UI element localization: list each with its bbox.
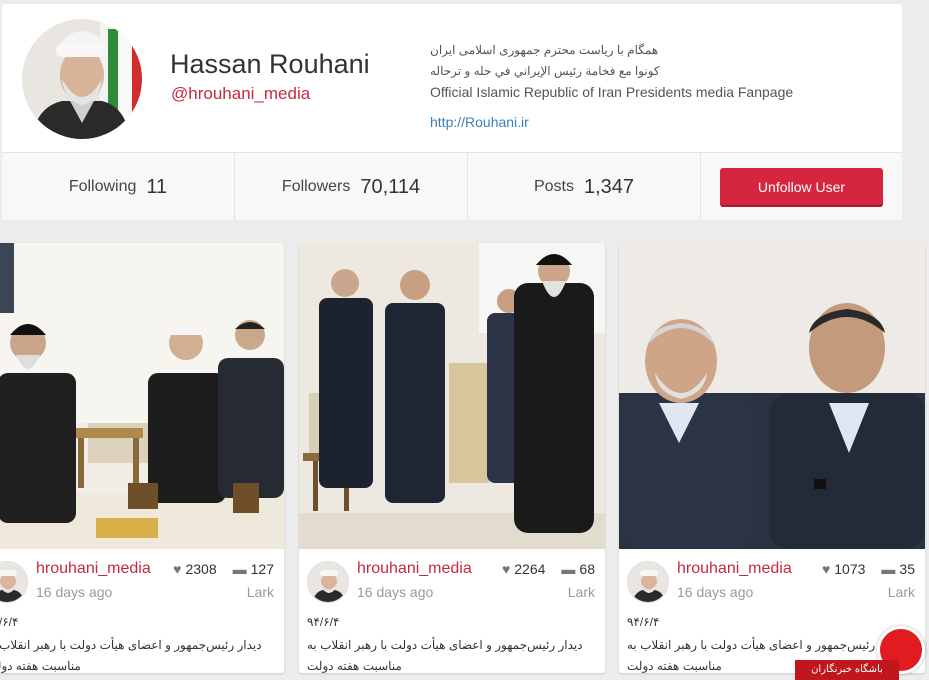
- post-username[interactable]: hrouhani_media: [36, 560, 151, 578]
- followers-count: 70,114: [360, 175, 421, 198]
- post-meta: hrouhani_media 16 days ago ♥ 2264 ▬ 68 L…: [299, 549, 605, 673]
- like-count: 1073: [834, 561, 866, 577]
- watermark-text: باشگاه خبرنگاران: [795, 660, 899, 680]
- post-card[interactable]: hrouhani_media 16 days ago ♥ 2264 ▬ 68 L…: [299, 243, 605, 673]
- bio-line-english: Official Islamic Republic of Iran Presid…: [430, 84, 794, 100]
- bio-line-arabic: كونوا مع فخامة رئيس الإيراني في حله و تر…: [430, 64, 660, 78]
- following-label: Following: [68, 178, 137, 195]
- post-card[interactable]: hrouhani_media 16 days ago ♥ 1073 ▬ 35 L…: [619, 243, 925, 673]
- comment-icon[interactable]: ▬: [233, 561, 247, 577]
- followers-label: Followers: [281, 178, 351, 195]
- profile-website-link[interactable]: http://Rouhani.ir: [430, 114, 529, 130]
- post-source: Lark: [887, 584, 915, 600]
- comment-count: 127: [250, 561, 274, 577]
- like-count: 2264: [514, 561, 546, 577]
- unfollow-wrapper: Unfollow User: [701, 153, 902, 220]
- post-caption: دیدار رئیس‌جمهور و اعضای هیأت دولت با ره…: [0, 638, 262, 673]
- post-counts: ♥ 1073 ▬ 35: [822, 561, 915, 577]
- heart-icon[interactable]: ♥: [822, 561, 830, 577]
- post-photo[interactable]: [619, 243, 925, 549]
- like-count: 2308: [185, 561, 217, 577]
- post-time: 16 days ago: [677, 584, 754, 600]
- heart-icon[interactable]: ♥: [173, 561, 181, 577]
- post-meta: hrouhani_media 16 days ago ♥ 2308 ▬ 127 …: [0, 549, 284, 673]
- post-source: Lark: [246, 584, 274, 600]
- post-card[interactable]: hrouhani_media 16 days ago ♥ 2308 ▬ 127 …: [0, 243, 284, 673]
- post-counts: ♥ 2308 ▬ 127: [173, 561, 274, 577]
- post-counts: ♥ 2264 ▬ 68: [502, 561, 595, 577]
- post-username[interactable]: hrouhani_media: [357, 560, 472, 578]
- posts-count: 1,347: [583, 175, 635, 198]
- post-time: 16 days ago: [357, 584, 434, 600]
- post-date: ۹۴/۶/۴: [307, 615, 340, 629]
- heart-icon[interactable]: ♥: [502, 561, 510, 577]
- profile-stats: Following 11 Followers 70,114 Posts 1,34…: [2, 152, 902, 221]
- unfollow-button[interactable]: Unfollow User: [720, 168, 883, 205]
- following-count: 11: [146, 175, 168, 198]
- profile-avatar: [22, 19, 142, 139]
- comment-icon[interactable]: ▬: [881, 561, 895, 577]
- post-photo[interactable]: [0, 243, 284, 549]
- comment-count: 35: [899, 561, 915, 577]
- post-avatar[interactable]: [307, 561, 349, 603]
- stat-following[interactable]: Following 11: [2, 153, 235, 221]
- stat-followers[interactable]: Followers 70,114: [235, 153, 468, 221]
- post-caption: دیدار رئیس‌جمهور و اعضای هیأت دولت با ره…: [307, 638, 583, 673]
- posts-label: Posts: [533, 178, 574, 195]
- post-source: Lark: [567, 584, 595, 600]
- post-photo[interactable]: [299, 243, 605, 549]
- bio-line-persian: همگام با ریاست محترم جمهوری اسلامی ایران: [430, 43, 659, 57]
- profile-name: Hassan Rouhani: [170, 49, 370, 79]
- profile-handle[interactable]: @hrouhani_media: [171, 84, 310, 104]
- profile-bio: همگام با ریاست محترم جمهوری اسلامی ایران…: [430, 40, 810, 103]
- post-date: ۹۴/۶/۴: [0, 615, 19, 629]
- comment-count: 68: [579, 561, 595, 577]
- profile-card: Hassan Rouhani @hrouhani_media همگام با …: [2, 4, 902, 221]
- watermark-logo: باشگاه خبرنگاران: [795, 620, 929, 680]
- post-avatar[interactable]: [0, 561, 28, 603]
- post-time: 16 days ago: [36, 584, 113, 600]
- comment-icon[interactable]: ▬: [561, 561, 575, 577]
- stat-posts[interactable]: Posts 1,347: [468, 153, 701, 221]
- post-username[interactable]: hrouhani_media: [677, 560, 792, 578]
- post-avatar[interactable]: [627, 561, 669, 603]
- post-date: ۹۴/۶/۴: [627, 615, 660, 629]
